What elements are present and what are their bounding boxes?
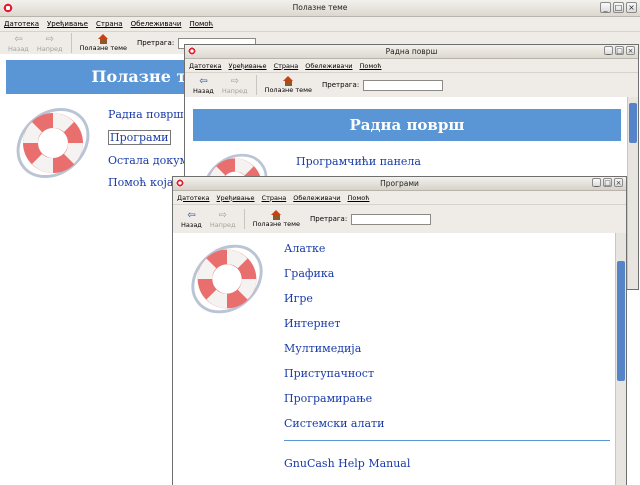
home-label: Полазне теме bbox=[79, 44, 128, 52]
link-programs[interactable]: Програми bbox=[108, 130, 171, 145]
scrollbar[interactable] bbox=[627, 97, 638, 289]
search-label: Претрага: bbox=[310, 215, 348, 223]
link-games[interactable]: Игре bbox=[284, 292, 384, 305]
home-label: Полазне теме bbox=[264, 86, 313, 94]
menu-page[interactable]: Страна bbox=[274, 62, 299, 70]
separator bbox=[255, 75, 257, 95]
toolbar: ⇦ Назад ⇨ Напред Полазне теме Претрага: bbox=[173, 205, 626, 234]
menu-file[interactable]: Датотека bbox=[189, 62, 222, 70]
program-category-links: Алатке Графика Игре Интернет Мултимедија… bbox=[284, 242, 384, 430]
forward-button[interactable]: ⇨ Напред bbox=[33, 34, 67, 53]
link-accessories[interactable]: Алатке bbox=[284, 242, 384, 255]
arrow-right-icon: ⇨ bbox=[45, 33, 54, 45]
help-app-icon bbox=[176, 179, 184, 187]
close-button[interactable]: × bbox=[614, 178, 623, 187]
page-banner: Радна површ bbox=[193, 109, 621, 141]
titlebar[interactable]: Полазне теме _ □ × bbox=[0, 0, 640, 17]
maximize-button[interactable]: □ bbox=[613, 2, 624, 13]
help-app-icon bbox=[188, 47, 196, 55]
close-button[interactable]: × bbox=[626, 2, 637, 13]
search-input[interactable] bbox=[363, 79, 444, 91]
menubar: Датотека Уређивање Страна Обележивачи По… bbox=[185, 59, 638, 73]
menu-edit[interactable]: Уређивање bbox=[47, 20, 88, 28]
content: Алатке Графика Игре Интернет Мултимедија… bbox=[173, 233, 616, 485]
back-label: Назад bbox=[193, 86, 214, 95]
menu-file[interactable]: Датотека bbox=[177, 194, 210, 202]
back-button[interactable]: ⇦ Назад bbox=[189, 76, 218, 95]
menu-edit[interactable]: Уређивање bbox=[217, 194, 255, 202]
minimize-button[interactable]: _ bbox=[600, 2, 611, 13]
menu-edit[interactable]: Уређивање bbox=[229, 62, 267, 70]
menubar: Датотека Уређивање Страна Обележивачи По… bbox=[0, 17, 640, 32]
toolbar: ⇦ Назад ⇨ Напред Полазне теме Претрага: bbox=[185, 73, 638, 98]
separator bbox=[70, 33, 72, 53]
scrollbar[interactable] bbox=[615, 233, 626, 485]
divider bbox=[284, 440, 610, 441]
menu-help[interactable]: Помоћ bbox=[347, 194, 369, 202]
window-programs: Програми _ □ × Датотека Уређивање Страна… bbox=[172, 176, 627, 485]
help-app-icon bbox=[3, 3, 13, 13]
window-title: Радна површ bbox=[385, 47, 438, 56]
titlebar[interactable]: Програми _ □ × bbox=[173, 177, 626, 191]
forward-label: Напред bbox=[36, 44, 63, 53]
maximize-button[interactable]: □ bbox=[615, 46, 624, 55]
scrollbar-thumb[interactable] bbox=[617, 261, 625, 381]
menu-bookmarks[interactable]: Обележивачи bbox=[293, 194, 340, 202]
home-button[interactable]: Полазне теме bbox=[249, 210, 304, 228]
arrow-right-icon: ⇨ bbox=[218, 209, 227, 221]
menu-help[interactable]: Помоћ bbox=[189, 20, 213, 28]
link-panel-applets[interactable]: Програмчићи панела bbox=[296, 155, 421, 168]
separator bbox=[243, 209, 245, 229]
window-title: Програми bbox=[380, 179, 419, 188]
arrow-right-icon: ⇨ bbox=[230, 75, 239, 87]
search-label: Претрага: bbox=[137, 39, 175, 47]
home-button[interactable]: Полазне теме bbox=[261, 76, 316, 94]
back-label: Назад bbox=[8, 44, 29, 53]
menu-page[interactable]: Страна bbox=[96, 20, 123, 28]
link-internet[interactable]: Интернет bbox=[284, 317, 384, 330]
link-programming[interactable]: Програмирање bbox=[284, 392, 384, 405]
back-label: Назад bbox=[181, 220, 202, 229]
link-accessibility[interactable]: Приступачност bbox=[284, 367, 384, 380]
lifebuoy-icon bbox=[191, 244, 263, 314]
minimize-button[interactable]: _ bbox=[604, 46, 613, 55]
arrow-left-icon: ⇦ bbox=[187, 209, 196, 221]
arrow-left-icon: ⇦ bbox=[14, 33, 23, 45]
minimize-button[interactable]: _ bbox=[592, 178, 601, 187]
home-icon bbox=[97, 34, 109, 44]
home-icon bbox=[282, 76, 294, 86]
home-button[interactable]: Полазне теме bbox=[76, 34, 131, 52]
menu-page[interactable]: Страна bbox=[262, 194, 287, 202]
link-graphics[interactable]: Графика bbox=[284, 267, 384, 280]
home-icon bbox=[270, 210, 282, 220]
window-title: Полазне теме bbox=[292, 3, 348, 12]
search-label: Претрага: bbox=[322, 81, 360, 89]
menubar: Датотека Уређивање Страна Обележивачи По… bbox=[173, 191, 626, 205]
link-multimedia[interactable]: Мултимедија bbox=[284, 342, 384, 355]
titlebar[interactable]: Радна површ _ □ × bbox=[185, 45, 638, 59]
menu-help[interactable]: Помоћ bbox=[359, 62, 381, 70]
lifebuoy-icon bbox=[16, 107, 90, 179]
maximize-button[interactable]: □ bbox=[603, 178, 612, 187]
link-gnucash-manual[interactable]: GnuCash Help Manual bbox=[284, 457, 410, 470]
scrollbar-thumb[interactable] bbox=[629, 103, 637, 143]
arrow-left-icon: ⇦ bbox=[199, 75, 208, 87]
menu-file[interactable]: Датотека bbox=[4, 20, 39, 28]
close-button[interactable]: × bbox=[626, 46, 635, 55]
forward-button[interactable]: ⇨ Напред bbox=[218, 76, 252, 95]
back-button[interactable]: ⇦ Назад bbox=[4, 34, 33, 53]
home-label: Полазне теме bbox=[252, 220, 301, 228]
back-button[interactable]: ⇦ Назад bbox=[177, 210, 206, 229]
forward-label: Напред bbox=[221, 86, 248, 95]
topic-links: Програмчићи панела bbox=[296, 155, 421, 168]
forward-button[interactable]: ⇨ Напред bbox=[206, 210, 240, 229]
link-system-tools[interactable]: Системски алати bbox=[284, 417, 384, 430]
search-input[interactable] bbox=[351, 213, 432, 225]
forward-label: Напред bbox=[209, 220, 236, 229]
menu-bookmarks[interactable]: Обележивачи bbox=[305, 62, 352, 70]
menu-bookmarks[interactable]: Обележивачи bbox=[131, 20, 182, 28]
